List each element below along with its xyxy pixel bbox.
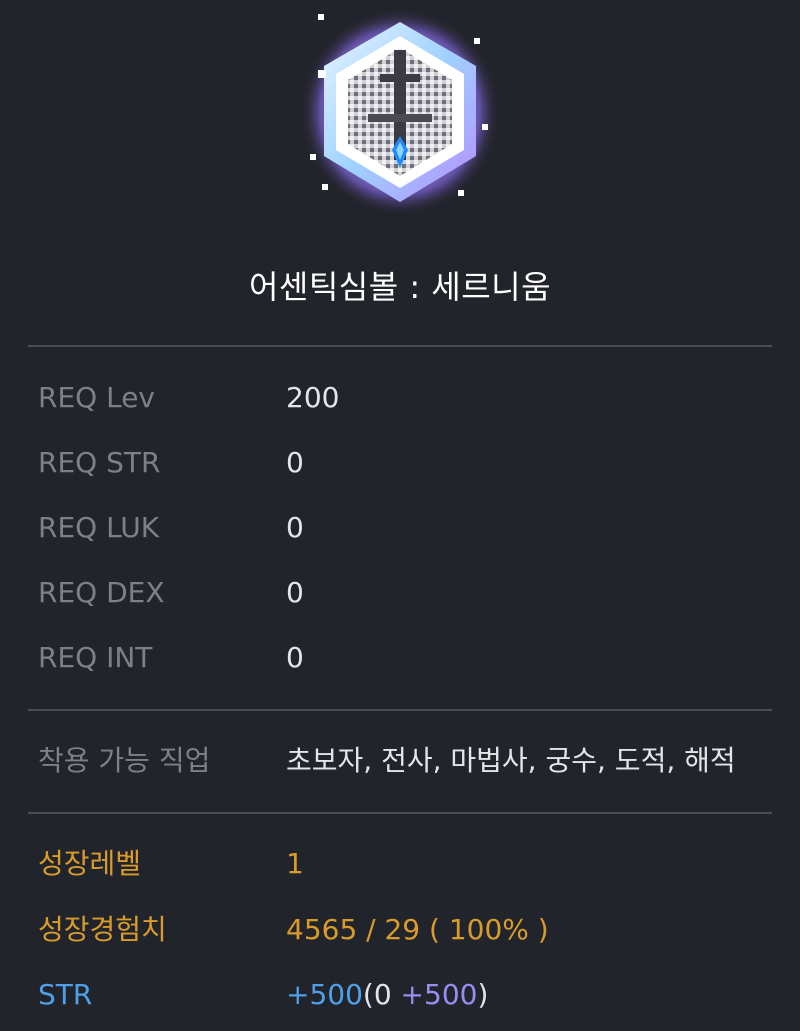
growth-level-row: 성장레벨 1 xyxy=(38,844,778,884)
stat-total: +500 xyxy=(286,978,363,1011)
req-dex-value: 0 xyxy=(286,576,304,609)
stat-str-label: STR xyxy=(38,978,93,1011)
req-str-label: REQ STR xyxy=(38,446,161,479)
job-row: 착용 가능 직업 초보자, 전사, 마법사, 궁수, 도적, 해적 xyxy=(38,741,778,781)
job-value: 초보자, 전사, 마법사, 궁수, 도적, 해적 xyxy=(286,744,736,777)
req-dex-row: REQ DEX 0 xyxy=(38,573,778,613)
growth-level-label: 성장레벨 xyxy=(38,847,142,880)
authentic-symbol-icon xyxy=(298,4,502,216)
growth-exp-row: 성장경험치 4565 / 29 ( 100% ) xyxy=(38,910,778,950)
stat-close: ) xyxy=(477,978,489,1011)
req-lev-value: 200 xyxy=(286,381,340,414)
req-luk-label: REQ LUK xyxy=(38,511,160,544)
req-dex-label: REQ DEX xyxy=(38,576,165,609)
req-lev-row: REQ Lev 200 xyxy=(38,378,778,418)
divider xyxy=(28,709,772,711)
req-str-value: 0 xyxy=(286,446,304,479)
growth-exp-label: 성장경험치 xyxy=(38,913,167,946)
growth-exp-value: 4565 / 29 ( 100% ) xyxy=(286,913,549,946)
growth-level-value: 1 xyxy=(286,847,304,880)
stat-str-row: STR +500(0 +500) xyxy=(38,975,778,1015)
req-int-label: REQ INT xyxy=(38,641,153,674)
divider xyxy=(28,345,772,347)
req-int-value: 0 xyxy=(286,641,304,674)
job-label: 착용 가능 직업 xyxy=(38,744,211,777)
divider xyxy=(28,812,772,814)
req-luk-value: 0 xyxy=(286,511,304,544)
stat-bonus: +500 xyxy=(400,978,478,1011)
stat-str-value: +500(0 +500) xyxy=(286,975,488,1015)
req-lev-label: REQ Lev xyxy=(38,381,155,414)
item-name: 어센틱심볼 : 세르니움 xyxy=(248,268,552,306)
item-detail-page: 어센틱심볼 : 세르니움 REQ Lev 200 REQ STR 0 REQ L… xyxy=(0,0,800,1031)
stat-base: (0 xyxy=(362,978,401,1011)
req-str-row: REQ STR 0 xyxy=(38,443,778,483)
req-luk-row: REQ LUK 0 xyxy=(38,508,778,548)
req-int-row: REQ INT 0 xyxy=(38,638,778,678)
